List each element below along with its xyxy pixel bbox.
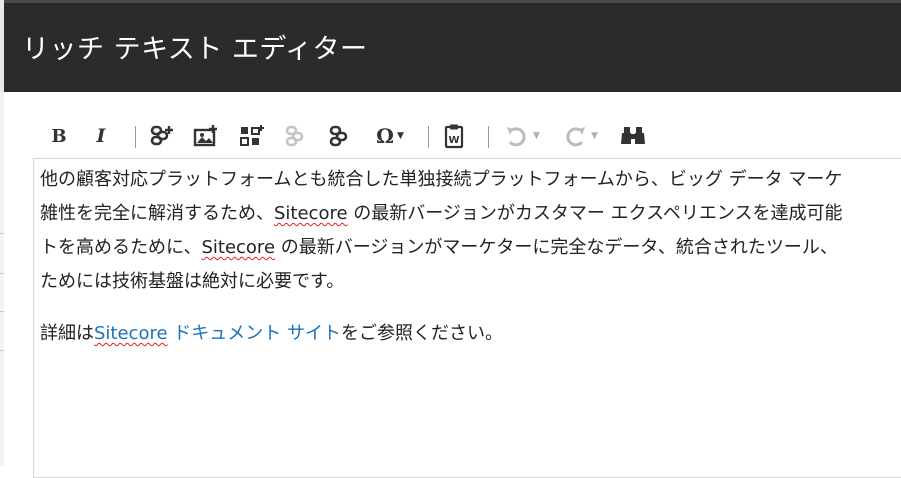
paste-from-word-button[interactable]: W [440, 118, 468, 154]
editor-toolbar: B I Ω ▼ W ▼ ▼ [44, 118, 684, 154]
text-line: 雑性を完全に解消するため、Sitecore の最新バージョンがカスタマー エクス… [40, 197, 901, 231]
dialog-title: リッチ テキスト エディター [22, 34, 368, 65]
misspelled-word: Sitecore [274, 203, 348, 224]
toolbar-separator [488, 126, 489, 148]
text-segment: の最新バージョンがマーケターに完全なデータ、統合されたツール、 [275, 237, 838, 258]
italic-button[interactable]: I [90, 118, 112, 154]
undo-button[interactable]: ▼ [500, 118, 544, 154]
misspelled-word: Sitecore [94, 323, 168, 344]
image-icon [193, 125, 217, 147]
documentation-link[interactable]: Sitecore ドキュメント サイト [94, 323, 341, 344]
clipboard-word-icon: W [444, 124, 464, 149]
omega-icon: Ω [376, 124, 394, 148]
insert-media-button[interactable] [192, 118, 220, 154]
insert-layout-button[interactable] [238, 118, 266, 154]
text-segment: をご参照ください。 [341, 323, 503, 344]
text-line: 詳細はSitecore ドキュメント サイトをご参照ください。 [40, 317, 901, 351]
link-icon [329, 125, 348, 147]
bold-icon: B [51, 125, 67, 147]
unlink-icon [285, 125, 304, 147]
svg-text:W: W [448, 135, 459, 146]
toolbar-separator [135, 126, 136, 148]
paragraph: 他の顧客対応プラットフォームとも統合した単独接続プラットフォームから、ビッグ デ… [40, 163, 901, 299]
remove-link-button[interactable] [282, 118, 310, 154]
rich-text-editor-dialog: リッチ テキスト エディター B I Ω ▼ W ▼ ▼ 他の顧客対応プラットフ… [4, 0, 901, 478]
special-characters-button[interactable]: Ω ▼ [368, 118, 412, 154]
chevron-down-icon: ▼ [396, 131, 404, 141]
text-segment: トを高めるために、 [40, 237, 202, 258]
dialog-titlebar: リッチ テキスト エディター [4, 0, 901, 92]
chevron-down-icon: ▼ [591, 131, 598, 141]
text-line: トを高めるために、Sitecore の最新バージョンがマーケターに完全なデータ、… [40, 231, 901, 265]
text-segment: 雑性を完全に解消するため、 [40, 203, 274, 224]
text-line: 他の顧客対応プラットフォームとも統合した単独接続プラットフォームから、ビッグ デ… [40, 169, 843, 190]
link-text: ドキュメント サイト [167, 323, 341, 344]
italic-icon: I [96, 125, 106, 147]
text-line: ためには技術基盤は絶対に必要です。 [40, 271, 345, 292]
paragraph: 詳細はSitecore ドキュメント サイトをご参照ください。 [40, 317, 901, 351]
bold-button[interactable]: B [48, 118, 70, 154]
link-add-icon [150, 125, 173, 146]
binoculars-icon [621, 127, 645, 144]
editor-content: 他の顧客対応プラットフォームとも統合した単独接続プラットフォームから、ビッグ デ… [40, 163, 901, 351]
grid-icon [240, 125, 264, 146]
find-button[interactable] [618, 118, 648, 154]
toolbar-separator [428, 126, 429, 148]
text-segment: の最新バージョンがカスタマー エクスペリエンスを達成可能 [347, 203, 843, 224]
chevron-down-icon: ▼ [533, 131, 540, 141]
undo-icon [507, 127, 526, 147]
sitecore-link-button[interactable] [326, 118, 354, 154]
insert-link-button[interactable] [148, 118, 176, 154]
text-segment: 詳細は [40, 323, 94, 344]
redo-button[interactable]: ▼ [558, 118, 602, 154]
misspelled-word: Sitecore [201, 237, 276, 258]
editor-content-area[interactable]: 他の顧客対応プラットフォームとも統合した単独接続プラットフォームから、ビッグ デ… [33, 158, 901, 478]
redo-icon [566, 127, 586, 147]
